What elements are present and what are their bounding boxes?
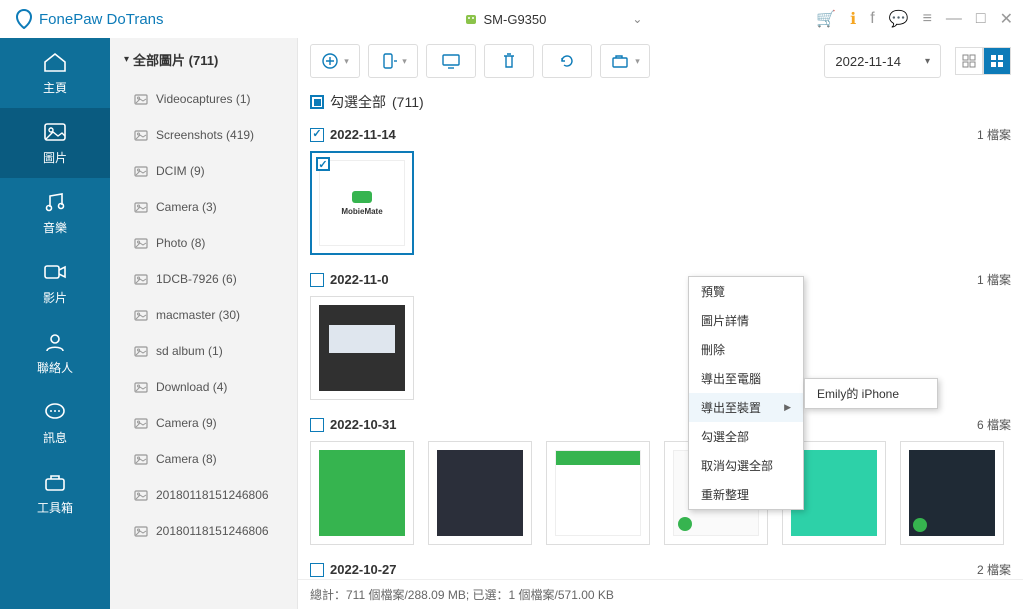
context-menu-item[interactable]: 預覽 <box>689 277 803 306</box>
key-icon[interactable]: ℹ <box>850 9 856 29</box>
nav-photos[interactable]: 圖片 <box>0 108 110 178</box>
section-checkbox[interactable] <box>310 128 324 142</box>
toolbar: ▾ ▾ ▾ 2022-11-14 ▾ <box>298 38 1023 84</box>
section-date: 2022-10-31 <box>330 417 397 432</box>
folder-item[interactable]: Screenshots (419) <box>110 117 297 153</box>
thumbnail[interactable] <box>310 441 414 545</box>
folder-item[interactable]: 1DCB-7926 (6) <box>110 261 297 297</box>
context-menu-item[interactable]: 重新整理 <box>689 480 803 509</box>
thumbnail[interactable] <box>310 296 414 400</box>
date-filter-dropdown[interactable]: 2022-11-14 ▾ <box>824 44 941 78</box>
date-section: 2022-10-27 2 檔案 <box>310 557 1011 579</box>
nav-music[interactable]: 音樂 <box>0 178 110 248</box>
context-menu-item[interactable]: 勾選全部 <box>689 422 803 451</box>
status-bar: 總計：711 個檔案/288.09 MB; 已選：1 個檔案/571.00 KB <box>298 579 1023 609</box>
folder-item[interactable]: Videocaptures (1) <box>110 81 297 117</box>
context-submenu: Emily的 iPhone <box>804 378 938 409</box>
section-date: 2022-11-0 <box>330 272 389 287</box>
section-count: 1 檔案 <box>977 126 1011 143</box>
date-section: 2022-11-14 1 檔案 MobieMate <box>310 122 1011 255</box>
chevron-down-icon: ▾ <box>344 56 349 67</box>
thumb-checkbox[interactable] <box>316 157 330 171</box>
chevron-down-icon: ▾ <box>124 54 129 65</box>
folder-item[interactable]: 20180118151246806 <box>110 513 297 549</box>
nav-home[interactable]: 主頁 <box>0 38 110 108</box>
delete-button[interactable] <box>484 44 534 78</box>
date-section: 2022-10-31 6 檔案 <box>310 412 1011 545</box>
folder-item[interactable]: 20180118151246806 <box>110 477 297 513</box>
section-count: 2 檔案 <box>977 561 1011 578</box>
chevron-down-icon: ▾ <box>925 56 930 67</box>
nav-contacts[interactable]: 聯絡人 <box>0 318 110 388</box>
facebook-icon[interactable]: f <box>870 10 874 28</box>
view-list-button[interactable] <box>955 47 983 75</box>
view-grid-button[interactable] <box>983 47 1011 75</box>
app-logo: FonePaw DoTrans <box>15 9 164 29</box>
select-all-checkbox[interactable] <box>310 95 324 109</box>
folder-item[interactable]: macmaster (30) <box>110 297 297 333</box>
nav-videos[interactable]: 影片 <box>0 248 110 318</box>
context-menu-item[interactable]: 刪除 <box>689 335 803 364</box>
maximize-icon[interactable]: □ <box>976 10 986 28</box>
folder-item[interactable]: Download (4) <box>110 369 297 405</box>
folder-button[interactable]: ▾ <box>600 44 650 78</box>
select-all-row[interactable]: 勾選全部(711) <box>310 84 1011 122</box>
chevron-down-icon: ▾ <box>635 56 640 67</box>
android-icon <box>464 12 478 26</box>
section-checkbox[interactable] <box>310 563 324 577</box>
thumbnail[interactable] <box>546 441 650 545</box>
folder-item[interactable]: sd album (1) <box>110 333 297 369</box>
section-checkbox[interactable] <box>310 273 324 287</box>
section-date: 2022-10-27 <box>330 562 397 577</box>
nav-messages[interactable]: 訊息 <box>0 388 110 458</box>
section-count: 1 檔案 <box>977 271 1011 288</box>
thumbnail[interactable] <box>900 441 1004 545</box>
thumbnail[interactable]: MobieMate <box>310 151 414 255</box>
context-menu: 預覽圖片詳情刪除導出至電腦導出至裝置▶勾選全部取消勾選全部重新整理 <box>688 276 804 510</box>
title-bar: FonePaw DoTrans SM-G9350 ⌄ 🛒 ℹ f 💬 ≡ — □… <box>0 0 1023 38</box>
folder-item[interactable]: Photo (8) <box>110 225 297 261</box>
context-menu-item[interactable]: 導出至電腦 <box>689 364 803 393</box>
folder-item[interactable]: Camera (9) <box>110 405 297 441</box>
menu-icon[interactable]: ≡ <box>923 10 932 28</box>
chevron-down-icon: ▾ <box>402 56 407 67</box>
folder-list: ▾ 全部圖片 (711) Videocaptures (1)Screenshot… <box>110 38 298 609</box>
left-nav: 主頁 圖片 音樂 影片 聯絡人 訊息 <box>0 38 110 609</box>
close-icon[interactable]: ✕ <box>1000 9 1013 29</box>
section-count: 6 檔案 <box>977 416 1011 433</box>
feedback-icon[interactable]: 💬 <box>889 9 909 29</box>
app-title: FonePaw DoTrans <box>39 11 164 28</box>
chevron-down-icon: ⌄ <box>632 12 642 26</box>
minimize-icon[interactable]: — <box>946 10 962 28</box>
context-menu-item[interactable]: 取消勾選全部 <box>689 451 803 480</box>
section-checkbox[interactable] <box>310 418 324 432</box>
folder-item[interactable]: Camera (8) <box>110 441 297 477</box>
nav-toolbox[interactable]: 工具箱 <box>0 458 110 528</box>
add-button[interactable]: ▾ <box>310 44 360 78</box>
thumbnail[interactable] <box>428 441 532 545</box>
submenu-item-device[interactable]: Emily的 iPhone <box>805 379 937 408</box>
section-date: 2022-11-14 <box>330 127 396 142</box>
refresh-button[interactable] <box>542 44 592 78</box>
folder-item[interactable]: Camera (3) <box>110 189 297 225</box>
export-device-button[interactable]: ▾ <box>368 44 418 78</box>
folder-header[interactable]: ▾ 全部圖片 (711) <box>110 38 297 81</box>
context-menu-item[interactable]: 圖片詳情 <box>689 306 803 335</box>
export-pc-button[interactable] <box>426 44 476 78</box>
cart-icon[interactable]: 🛒 <box>816 9 836 29</box>
device-name: SM-G9350 <box>484 12 547 27</box>
folder-item[interactable]: DCIM (9) <box>110 153 297 189</box>
device-selector[interactable]: SM-G9350 ⌄ <box>464 12 643 27</box>
context-menu-item[interactable]: 導出至裝置▶ <box>689 393 803 422</box>
